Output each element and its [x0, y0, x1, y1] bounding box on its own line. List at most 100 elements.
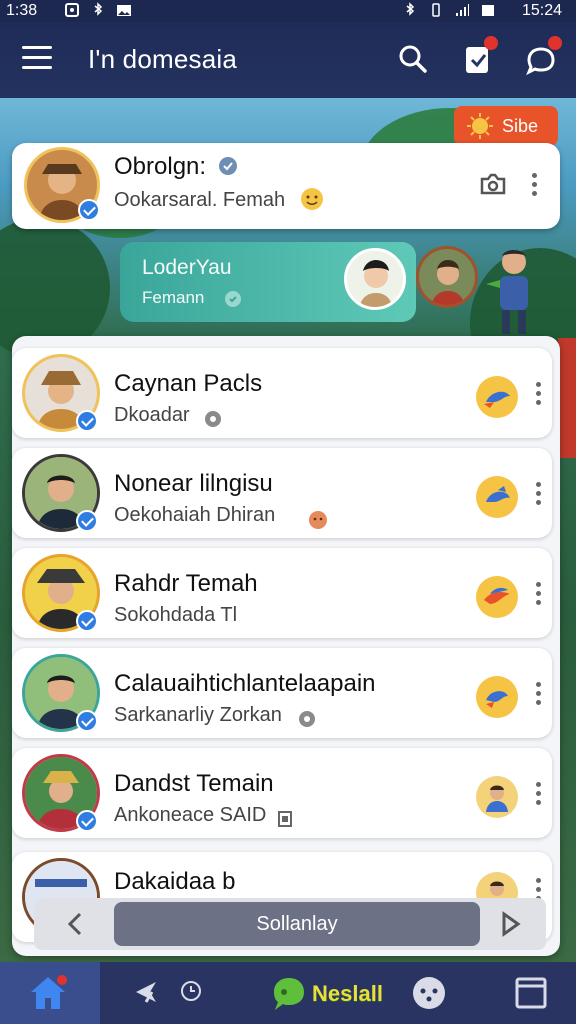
list-item[interactable]: Rahdr Temah Sokohdada Tl [12, 548, 552, 638]
document-icon [278, 811, 292, 827]
more-options-icon[interactable] [532, 173, 538, 199]
sun-icon [467, 113, 493, 139]
tag-pill[interactable]: Sibe [454, 106, 558, 146]
menu-icon-line [22, 66, 52, 69]
battery-icon [482, 5, 494, 16]
status-icon [205, 411, 221, 427]
more-options-icon[interactable] [536, 582, 542, 608]
menu-icon-line [22, 46, 52, 49]
contact-subtitle: Ankoneace SAID [114, 804, 267, 826]
bird-emoji-icon [486, 691, 508, 708]
reaction-button[interactable] [476, 476, 518, 518]
notification-icon [65, 3, 79, 17]
banner-side-avatar [416, 246, 478, 308]
status-icon [299, 711, 315, 727]
pager-bar: Sollanlay [34, 898, 546, 950]
bluetooth-icon [94, 2, 103, 16]
building [558, 338, 576, 458]
bird-emoji-icon [486, 486, 510, 502]
reaction-button[interactable] [476, 776, 518, 818]
chat-logo-icon [274, 978, 304, 1010]
more-options-icon[interactable] [536, 782, 542, 808]
brand-label: Neslall [312, 981, 383, 1006]
verified-icon [78, 199, 100, 221]
reaction-button[interactable] [476, 376, 518, 418]
featured-chat-card[interactable]: Obrolgn: Ookarsaral. Femah [12, 143, 560, 229]
person-illustration [347, 251, 403, 307]
reaction-button[interactable] [476, 576, 518, 618]
app-bar: I'n domesaia [0, 22, 576, 98]
messages-button[interactable] [524, 36, 562, 76]
emoji-face-icon [413, 977, 445, 1009]
verified-icon [76, 510, 98, 532]
contact-subtitle: Dkoadar [114, 404, 190, 426]
contact-name: Nonear lilngisu [114, 470, 273, 497]
nav-window[interactable] [514, 976, 548, 1010]
window-icon [515, 977, 547, 1009]
message-badge [548, 36, 562, 50]
home-icon [31, 975, 67, 1009]
contact-subtitle: Oekohaiah Dhiran [114, 504, 276, 526]
verified-icon [76, 410, 98, 432]
timer-icon[interactable] [180, 980, 202, 1002]
bottom-navigation: Neslall [0, 962, 576, 1024]
search-icon[interactable] [396, 42, 430, 76]
more-options-icon[interactable] [536, 382, 542, 408]
nav-share[interactable] [132, 976, 166, 1010]
bird-emoji-icon [484, 587, 510, 604]
reaction-button[interactable] [476, 676, 518, 718]
list-item[interactable]: Nonear lilngisu Oekohaiah Dhiran [12, 448, 552, 538]
list-item[interactable]: Dandst Temain Ankoneace SAID [12, 748, 552, 838]
notifications-button[interactable] [460, 36, 498, 76]
person-emoji-icon [486, 785, 508, 812]
banner-subtitle: Femann [142, 288, 205, 307]
smile-emoji-icon [301, 188, 323, 210]
banner-avatar [344, 248, 406, 310]
status-time: 1:38 [6, 2, 38, 19]
signal-icon [456, 4, 469, 16]
banner-title: LoderYau [142, 256, 232, 279]
bluetooth-status-icon [406, 2, 415, 16]
notification-badge [484, 36, 498, 50]
app-title: I'n domesaia [88, 44, 238, 74]
emoji-icon [309, 511, 327, 529]
contact-subtitle: Sokohdada Tl [114, 604, 238, 626]
more-options-icon[interactable] [536, 682, 542, 708]
status-left-icons [64, 2, 132, 18]
verified-icon [76, 710, 98, 732]
contact-name: Dandst Temain [114, 770, 274, 797]
bird-emoji-icon [484, 391, 510, 408]
verified-icon [76, 610, 98, 632]
character-illustration [486, 250, 528, 334]
info-icon [225, 291, 241, 307]
status-time-right: 15:24 [521, 2, 562, 19]
menu-icon-line [22, 56, 52, 59]
camera-icon[interactable] [478, 169, 508, 199]
person-illustration [419, 249, 475, 305]
chat-list: Caynan Pacls Dkoadar Nonear lilngisu Oek… [12, 336, 560, 956]
image-icon [117, 5, 131, 16]
contact-name: Rahdr Temah [114, 570, 258, 597]
tag-pill-label: Sibe [502, 115, 539, 136]
share-icon [136, 982, 156, 1003]
promo-banner[interactable]: LoderYau Femann [120, 242, 416, 322]
featured-subtitle: Ookarsaral. Femah [114, 189, 286, 211]
brand-logo[interactable]: Neslall [270, 972, 383, 1016]
pager-center-button[interactable]: Sollanlay [114, 902, 480, 946]
chevron-left-icon[interactable] [62, 910, 90, 938]
play-right-icon[interactable] [496, 910, 524, 938]
menu-button[interactable] [22, 46, 52, 72]
list-item[interactable]: Calauaihtichlantelaapain Sarkanarliy Zor… [12, 648, 552, 738]
more-options-icon[interactable] [536, 482, 542, 508]
list-item[interactable]: Caynan Pacls Dkoadar [12, 348, 552, 438]
status-bar: 1:38 15:24 [0, 0, 576, 22]
contact-name: Caynan Pacls [114, 370, 263, 397]
vibrate-icon [432, 3, 440, 17]
nav-home[interactable] [0, 962, 100, 1024]
featured-name: Obrolgn: [114, 153, 207, 180]
verified-icon [76, 810, 98, 832]
contact-name: Calauaihtichlantelaapain [114, 670, 376, 697]
verified-badge-icon [219, 157, 237, 175]
status-right-icons [402, 2, 496, 18]
nav-emoji[interactable] [410, 974, 445, 1009]
